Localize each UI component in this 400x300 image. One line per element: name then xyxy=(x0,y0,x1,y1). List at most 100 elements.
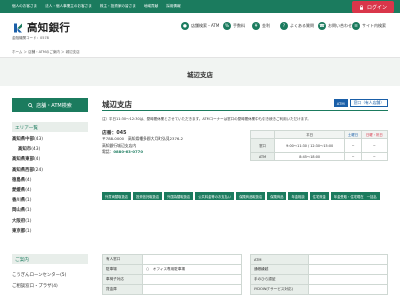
facility-label: 有人窓口 xyxy=(102,254,143,265)
bank-logo-mark-icon xyxy=(14,23,22,32)
facility-label: ATM xyxy=(250,254,309,265)
facility-table-left: 有人窓口 駐車場 ○ オフィス専用駐車場 車椅子対応 貸金庫 xyxy=(102,254,242,295)
nav-store-search[interactable]: ● 店舗検索・ATM xyxy=(181,20,219,32)
area-name: 大阪府 xyxy=(12,218,26,224)
hours-header-blank xyxy=(250,130,275,139)
nav-rates[interactable]: ¥ 金利 xyxy=(252,20,270,32)
area-count: (43) xyxy=(33,137,43,142)
phone-icon: ☎ xyxy=(318,22,326,30)
facility-label: IYDOW(Tサービス対応) xyxy=(250,284,309,295)
staffed-window-badge: 窓口（有人店舗） xyxy=(349,99,388,107)
service-tag: 外貨両替取扱店 xyxy=(102,192,132,200)
facility-value xyxy=(142,274,242,285)
top-nav: 個人のお客さま 法人・個人事業主のお客さま 株主・投資家の皆さま 地域貢献 採用… xyxy=(0,0,400,13)
nav-site-search[interactable]: ≡ サイト内検索 xyxy=(352,20,386,32)
map-area[interactable] xyxy=(102,216,388,250)
service-tag: 年金相談 xyxy=(288,192,308,200)
hours-cell: 9:00～11:30 / 12:30～15:00 xyxy=(273,138,346,153)
phone-number[interactable]: 0880-63-0770 xyxy=(113,149,143,154)
facility-value xyxy=(308,274,388,285)
hours-cell: − xyxy=(344,138,362,153)
hours-cell: − xyxy=(344,152,362,161)
branch-divider xyxy=(102,110,388,111)
hours-cell: − xyxy=(360,138,389,153)
nav-store-search-label: 店舗検索・ATM xyxy=(191,23,220,28)
store-search-button[interactable]: 店舗・ATM検索 xyxy=(12,98,88,112)
branch-badges: ATM 窓口（有人店舗） xyxy=(333,99,388,107)
area-item[interactable]: 香川県(1) xyxy=(12,197,88,207)
service-tag: 公共料金等のお支払い xyxy=(195,192,235,200)
guide-item-loan-center[interactable]: こうぎんローンセンター(5) xyxy=(12,272,88,283)
area-count: (1) xyxy=(25,198,32,204)
breadcrumb[interactable]: ホーム ＞ 店舗・ATMのご案内 ＞ 城辺支店 xyxy=(12,50,400,55)
service-tag: 外国為替取扱店 xyxy=(164,192,194,200)
area-list-title: エリア一覧 xyxy=(12,122,88,132)
nav-faq[interactable]: ? よくある質問 xyxy=(280,20,314,32)
guide-list-title: ご案内 xyxy=(12,254,88,264)
area-item[interactable]: 徳島県(4) xyxy=(12,177,88,187)
atm-badge: ATM xyxy=(333,99,348,107)
topnav-recruit[interactable]: 採用情報 xyxy=(158,4,180,9)
store-search-label: 店舗・ATM検索 xyxy=(36,102,72,109)
branch-phone: 電話：0880-63-0770 xyxy=(102,149,222,155)
hours-cell: 8:45～18:00 xyxy=(273,152,346,161)
facility-value xyxy=(308,254,388,265)
search-icon xyxy=(28,102,34,108)
area-name: 高知市 xyxy=(18,147,32,153)
branch-info: 店番：045 〒788-0000 高知県幡多郡大月町弘見2376-2 高知銀行城… xyxy=(102,129,222,155)
area-item[interactable]: 東京都(1) xyxy=(12,228,88,238)
facility-value xyxy=(142,284,242,295)
area-item[interactable]: 大阪府(1) xyxy=(12,218,88,228)
nav-contact[interactable]: ☎ お問い合わせ xyxy=(318,20,352,32)
area-count: (24) xyxy=(33,167,43,173)
area-count: (43) xyxy=(31,147,41,153)
area-name: 徳島県 xyxy=(12,177,26,183)
guide-item-consult-plaza[interactable]: ご相談窓口・プラザ(4) xyxy=(12,283,88,294)
guide-list: こうぎんローンセンター(5) ご相談窓口・プラザ(4) xyxy=(12,272,88,294)
area-list: 高知県中部(43) 高知市(43) 高知県東部(4) 高知県西部(24) 徳島県… xyxy=(12,136,88,238)
area-count: (1) xyxy=(25,228,32,234)
topnav-investors[interactable]: 株主・投資家の皆さま xyxy=(92,4,136,9)
facility-value xyxy=(308,284,388,295)
area-name: 香川県 xyxy=(12,198,26,204)
question-icon: ? xyxy=(280,22,288,30)
branch-code: 店番：045 xyxy=(102,131,127,136)
facility-value xyxy=(142,254,242,265)
phone-prefix: 電話： xyxy=(102,149,114,154)
nav-fees-label: 手数料 xyxy=(233,23,245,28)
branch-notice: 注）平日11:30～12:30は、昼時間休業とさせていただきます。ATMコーナー… xyxy=(102,117,311,121)
topnav-corporate[interactable]: 法人・個人事業主のお客さま xyxy=(37,4,92,9)
bank-name: 高知銀行 xyxy=(27,22,71,34)
nav-faq-label: よくある質問 xyxy=(290,23,314,28)
nav-site-search-label: サイト内検索 xyxy=(362,23,386,28)
service-tag: 住宅資金 xyxy=(309,192,329,200)
nav-rates-label: 金利 xyxy=(262,23,270,28)
hours-header-saturday: 土曜日 xyxy=(344,130,362,139)
facility-table-right: ATM 通帳繰越 手のひら認証 IYDOW(Tサービス対応) xyxy=(250,254,388,295)
area-item[interactable]: 高知県東部(4) xyxy=(12,156,88,166)
service-tag: 保険商品取扱店 xyxy=(236,192,266,200)
area-name: 東京都 xyxy=(12,228,26,234)
login-button[interactable]: ログイン xyxy=(352,1,394,13)
area-item[interactable]: 岡山県(1) xyxy=(12,207,88,217)
sitemap-icon: ≡ xyxy=(352,22,360,30)
bank-logo[interactable]: 高知銀行 xyxy=(12,20,70,35)
service-tag: 年金受取・住宅現在 一括払 xyxy=(330,192,380,200)
area-item[interactable]: 高知市(43) xyxy=(12,146,88,156)
facility-value: ○ オフィス専用駐車場 xyxy=(142,264,242,275)
nav-fees[interactable]: % 手数料 xyxy=(223,20,245,32)
branch-name: 城辺支店 xyxy=(102,100,132,109)
topnav-personal[interactable]: 個人のお客さま xyxy=(0,4,37,9)
hours-header-weekday: 平日 xyxy=(273,130,346,139)
hours-header-holiday: 日曜・祝日 xyxy=(360,130,389,139)
area-item[interactable]: 高知県中部(43) xyxy=(12,136,88,146)
map-pin-icon: ● xyxy=(181,22,189,30)
facility-label: 駐車場 xyxy=(102,264,143,275)
lock-icon xyxy=(359,4,363,10)
area-item[interactable]: 高知県西部(24) xyxy=(12,167,88,177)
area-item[interactable]: 愛媛県(4) xyxy=(12,187,88,197)
hours-cell: − xyxy=(360,152,389,161)
area-count: (1) xyxy=(25,208,32,214)
topnav-community[interactable]: 地域貢献 xyxy=(136,4,158,9)
area-count: (1) xyxy=(25,218,32,224)
